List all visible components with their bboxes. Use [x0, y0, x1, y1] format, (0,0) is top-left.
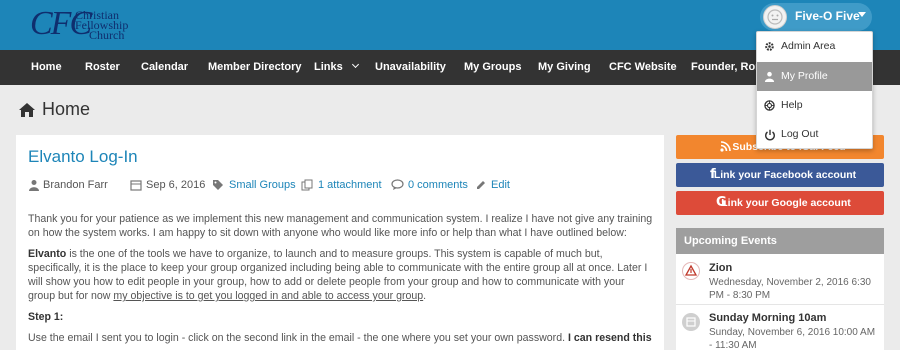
nav-my-giving[interactable]: My Giving: [538, 50, 591, 85]
comments-icon: [391, 179, 404, 190]
menu-item-admin-area[interactable]: Admin Area: [757, 32, 872, 61]
user-menu-button[interactable]: Five-O Five: [760, 3, 872, 31]
nav-member-directory[interactable]: Member Directory: [208, 50, 302, 85]
rss-icon: [720, 135, 731, 159]
nav-my-groups[interactable]: My Groups: [464, 50, 521, 85]
user-name: Five-O Five: [795, 9, 860, 23]
nav-roster[interactable]: Roster: [85, 50, 120, 85]
post-category-link[interactable]: Small Groups: [229, 179, 296, 191]
post-date: Sep 6, 2016: [146, 179, 206, 191]
facebook-icon: f: [710, 167, 716, 182]
upcoming-events-panel: Upcoming Events Zion Wednesday, November…: [676, 228, 884, 350]
pencil-icon: [477, 181, 485, 189]
menu-item-label: Admin Area: [781, 40, 836, 52]
page-title-text: Home: [42, 99, 91, 119]
lifebuoy-icon: [764, 100, 775, 111]
attachment-icon: [301, 179, 313, 191]
nav-home[interactable]: Home: [31, 50, 62, 85]
church-logo[interactable]: CFC Christian Fellowship Church: [30, 5, 150, 45]
calendar-icon: [682, 313, 700, 331]
menu-item-help[interactable]: Help: [757, 91, 872, 120]
menu-item-my-profile[interactable]: My Profile: [757, 62, 872, 91]
upcoming-events-heading: Upcoming Events: [676, 228, 884, 254]
user-dropdown-menu: Admin Area My Profile Help Log Out: [756, 31, 873, 149]
user-icon: [764, 71, 775, 82]
user-icon: [29, 180, 39, 191]
link-facebook-label: Link your Facebook account: [713, 169, 857, 181]
post-paragraph: Use the email I sent you to login - clic…: [28, 332, 652, 344]
event-time: Wednesday, November 2, 2016 6:30 PM - 8:…: [709, 277, 871, 301]
home-icon: [19, 103, 35, 117]
event-time: Sunday, November 6, 2016 10:00 AM - 11:3…: [709, 327, 876, 350]
link-facebook-button[interactable]: f Link your Facebook account: [676, 163, 884, 187]
event-logo-icon: [682, 262, 700, 280]
post-body: Thank you for your patience as we implem…: [28, 212, 653, 350]
menu-item-label: My Profile: [781, 70, 828, 82]
avatar-face-icon: [763, 5, 787, 29]
caret-down-icon: [858, 12, 866, 17]
event-divider: [676, 304, 884, 305]
calendar-icon: [130, 180, 142, 191]
nav-unavailability[interactable]: Unavailability: [375, 50, 446, 85]
post-comments-link[interactable]: 0 comments: [408, 179, 468, 191]
post-title[interactable]: Elvanto Log-In: [28, 147, 138, 167]
chevron-down-icon: [351, 60, 359, 69]
event-name: Zion: [709, 262, 733, 274]
post-author: Brandon Farr: [43, 179, 108, 191]
logo-text: Christian Fellowship Church: [75, 8, 129, 42]
nav-cfc-website[interactable]: CFC Website: [609, 50, 677, 85]
step-heading: Step 1:: [28, 311, 64, 323]
post-paragraph: Elvanto is the one of the tools we have …: [28, 248, 648, 302]
gear-icon: [765, 42, 774, 51]
nav-calendar[interactable]: Calendar: [141, 50, 188, 85]
link-google-label: Link your Google account: [721, 197, 851, 209]
menu-item-label: Log Out: [781, 128, 819, 140]
menu-item-label: Help: [781, 99, 803, 111]
menu-item-log-out[interactable]: Log Out: [757, 120, 872, 149]
post-paragraph: Thank you for your patience as we implem…: [28, 213, 653, 239]
post-attachments-link[interactable]: 1 attachment: [318, 179, 382, 191]
event-name: Sunday Morning 10am: [709, 312, 827, 324]
google-icon: G: [716, 195, 727, 210]
tag-icon: [213, 180, 223, 190]
nav-links[interactable]: Links: [314, 50, 359, 85]
post-edit-link[interactable]: Edit: [491, 179, 510, 191]
post-card: Elvanto Log-In Brandon Farr Sep 6, 2016 …: [16, 135, 664, 350]
power-icon: [765, 129, 775, 141]
link-google-button[interactable]: G Link your Google account: [676, 191, 884, 215]
